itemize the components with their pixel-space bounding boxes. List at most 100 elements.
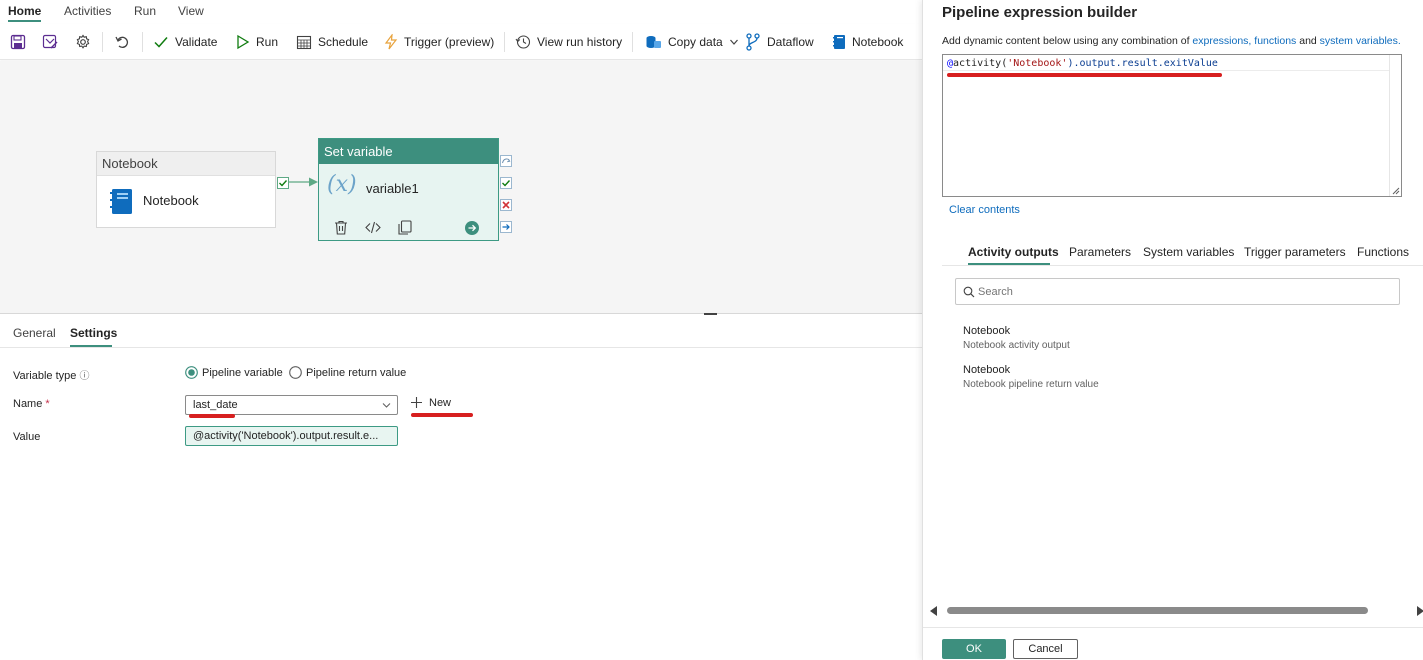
annotation-underline: [947, 73, 1222, 77]
current-line-highlight: [943, 70, 1389, 71]
set-variable-activity-card[interactable]: Set variable (x) variable1: [318, 138, 499, 241]
search-icon: [963, 286, 975, 298]
close-icon: [500, 199, 512, 211]
notebook-icon: [109, 188, 133, 215]
variable-name-value: last_date: [193, 399, 238, 411]
chevron-down-icon: [729, 39, 738, 45]
tab-run[interactable]: Run: [134, 4, 156, 18]
completion-port[interactable]: [500, 221, 512, 233]
schedule-label: Schedule: [318, 35, 369, 49]
pane-resize-handle[interactable]: [704, 313, 717, 315]
dataflow-button[interactable]: Dataflow: [745, 24, 814, 60]
cancel-button[interactable]: Cancel: [1013, 639, 1078, 659]
skip-port[interactable]: [500, 155, 512, 167]
ok-button[interactable]: OK: [942, 639, 1006, 659]
dataflow-label: Dataflow: [767, 35, 814, 49]
arrow-right-circle-icon: [465, 221, 479, 235]
separator: [142, 32, 143, 52]
tab-activities[interactable]: Activities: [64, 4, 111, 18]
info-icon[interactable]: ⓘ: [79, 371, 89, 382]
variable-value-text: @activity('Notebook').output.result.e...: [193, 430, 379, 442]
chevron-down-icon: [382, 403, 391, 408]
variable-type-label: Variable type ⓘ: [13, 370, 90, 382]
checkmark-icon: [154, 37, 168, 48]
plus-icon: [411, 397, 422, 408]
panel-description: Add dynamic content below using any comb…: [942, 35, 1401, 47]
value-label: Value: [13, 431, 41, 443]
success-port[interactable]: [277, 177, 289, 189]
run-button[interactable]: Run: [236, 24, 278, 60]
validate-button[interactable]: Validate: [153, 24, 217, 60]
expressions-link[interactable]: expressions,: [1192, 35, 1251, 47]
clear-contents-link[interactable]: Clear contents: [949, 204, 1020, 216]
save-button[interactable]: [10, 24, 26, 60]
view-run-history-label: View run history: [537, 35, 623, 49]
radio-pipeline-variable[interactable]: Pipeline variable: [185, 366, 283, 379]
result-item-title[interactable]: Notebook: [963, 364, 1010, 376]
notebook-activity-card[interactable]: Notebook Notebook: [96, 151, 276, 228]
code-icon: [365, 221, 381, 234]
notebook-icon: [833, 35, 845, 49]
radio-selected-icon: [185, 366, 198, 379]
scroll-right-icon[interactable]: [1416, 606, 1423, 616]
copy-icon: [398, 220, 412, 235]
gear-icon: [76, 34, 90, 49]
tabs-divider: [0, 347, 922, 348]
variable-name-dropdown[interactable]: last_date: [185, 395, 398, 415]
new-variable-label: New: [429, 396, 452, 409]
tab-home[interactable]: Home: [8, 4, 41, 18]
search-box[interactable]: [955, 278, 1400, 305]
variable-value-field[interactable]: @activity('Notebook').output.result.e...: [185, 426, 398, 446]
annotation-underline: [411, 413, 473, 417]
system-variables-link[interactable]: system variables.: [1320, 35, 1401, 47]
copy-activity-button[interactable]: [398, 220, 412, 235]
delete-activity-button[interactable]: [334, 220, 348, 235]
functions-link[interactable]: functions: [1254, 35, 1296, 47]
tab-home-indicator: [8, 20, 41, 22]
undo-button[interactable]: [114, 24, 130, 60]
settings-button[interactable]: [75, 24, 91, 60]
panel-title: Pipeline expression builder: [942, 4, 1138, 21]
radio-pipeline-return-label: Pipeline return value: [306, 366, 407, 379]
result-item-subtitle[interactable]: Notebook pipeline return value: [963, 379, 1099, 390]
result-item-subtitle[interactable]: Notebook activity output: [963, 340, 1070, 351]
trigger-button[interactable]: Trigger (preview): [384, 24, 494, 60]
tab-system-variables[interactable]: System variables: [1143, 245, 1234, 259]
go-to-activity-button[interactable]: [465, 221, 479, 235]
tab-parameters[interactable]: Parameters: [1069, 245, 1131, 259]
code-view-button[interactable]: [365, 221, 381, 234]
tab-settings[interactable]: Settings: [70, 326, 117, 340]
tabs-divider: [942, 265, 1423, 266]
failure-port[interactable]: [500, 199, 512, 211]
notebook-label: Notebook: [852, 35, 904, 49]
undo-icon: [115, 36, 128, 48]
name-label: Name *: [13, 398, 50, 410]
copy-data-button[interactable]: Copy data: [645, 24, 739, 60]
scroll-left-icon[interactable]: [930, 606, 938, 616]
success-port[interactable]: [500, 177, 512, 189]
tab-general[interactable]: General: [13, 326, 56, 340]
result-item-title[interactable]: Notebook: [963, 325, 1010, 337]
copy-data-label: Copy data: [668, 35, 723, 49]
editor-scrollbar[interactable]: [1389, 55, 1390, 196]
view-run-history-button[interactable]: View run history: [515, 24, 622, 60]
notebook-button[interactable]: Notebook: [832, 24, 903, 60]
tab-activity-outputs[interactable]: Activity outputs: [968, 245, 1059, 259]
footer-divider: [923, 627, 1423, 628]
calendar-icon: [296, 35, 312, 50]
tab-functions[interactable]: Functions: [1357, 245, 1409, 259]
radio-pipeline-return-value[interactable]: Pipeline return value: [289, 366, 406, 379]
horizontal-scrollbar-thumb[interactable]: [947, 607, 1368, 614]
schedule-button[interactable]: Schedule: [296, 24, 368, 60]
search-input[interactable]: [978, 283, 1388, 301]
tab-view[interactable]: View: [178, 4, 204, 18]
trash-icon: [335, 220, 347, 235]
resize-grip-icon[interactable]: [1392, 187, 1400, 195]
expression-text: @activity('Notebook').output.result.exit…: [947, 58, 1218, 69]
separator: [102, 32, 103, 52]
tab-trigger-parameters[interactable]: Trigger parameters: [1244, 245, 1346, 259]
save-as-button[interactable]: [42, 24, 58, 60]
radio-pipeline-variable-label: Pipeline variable: [202, 366, 283, 379]
new-variable-button[interactable]: New: [410, 396, 451, 409]
separator: [632, 32, 633, 52]
